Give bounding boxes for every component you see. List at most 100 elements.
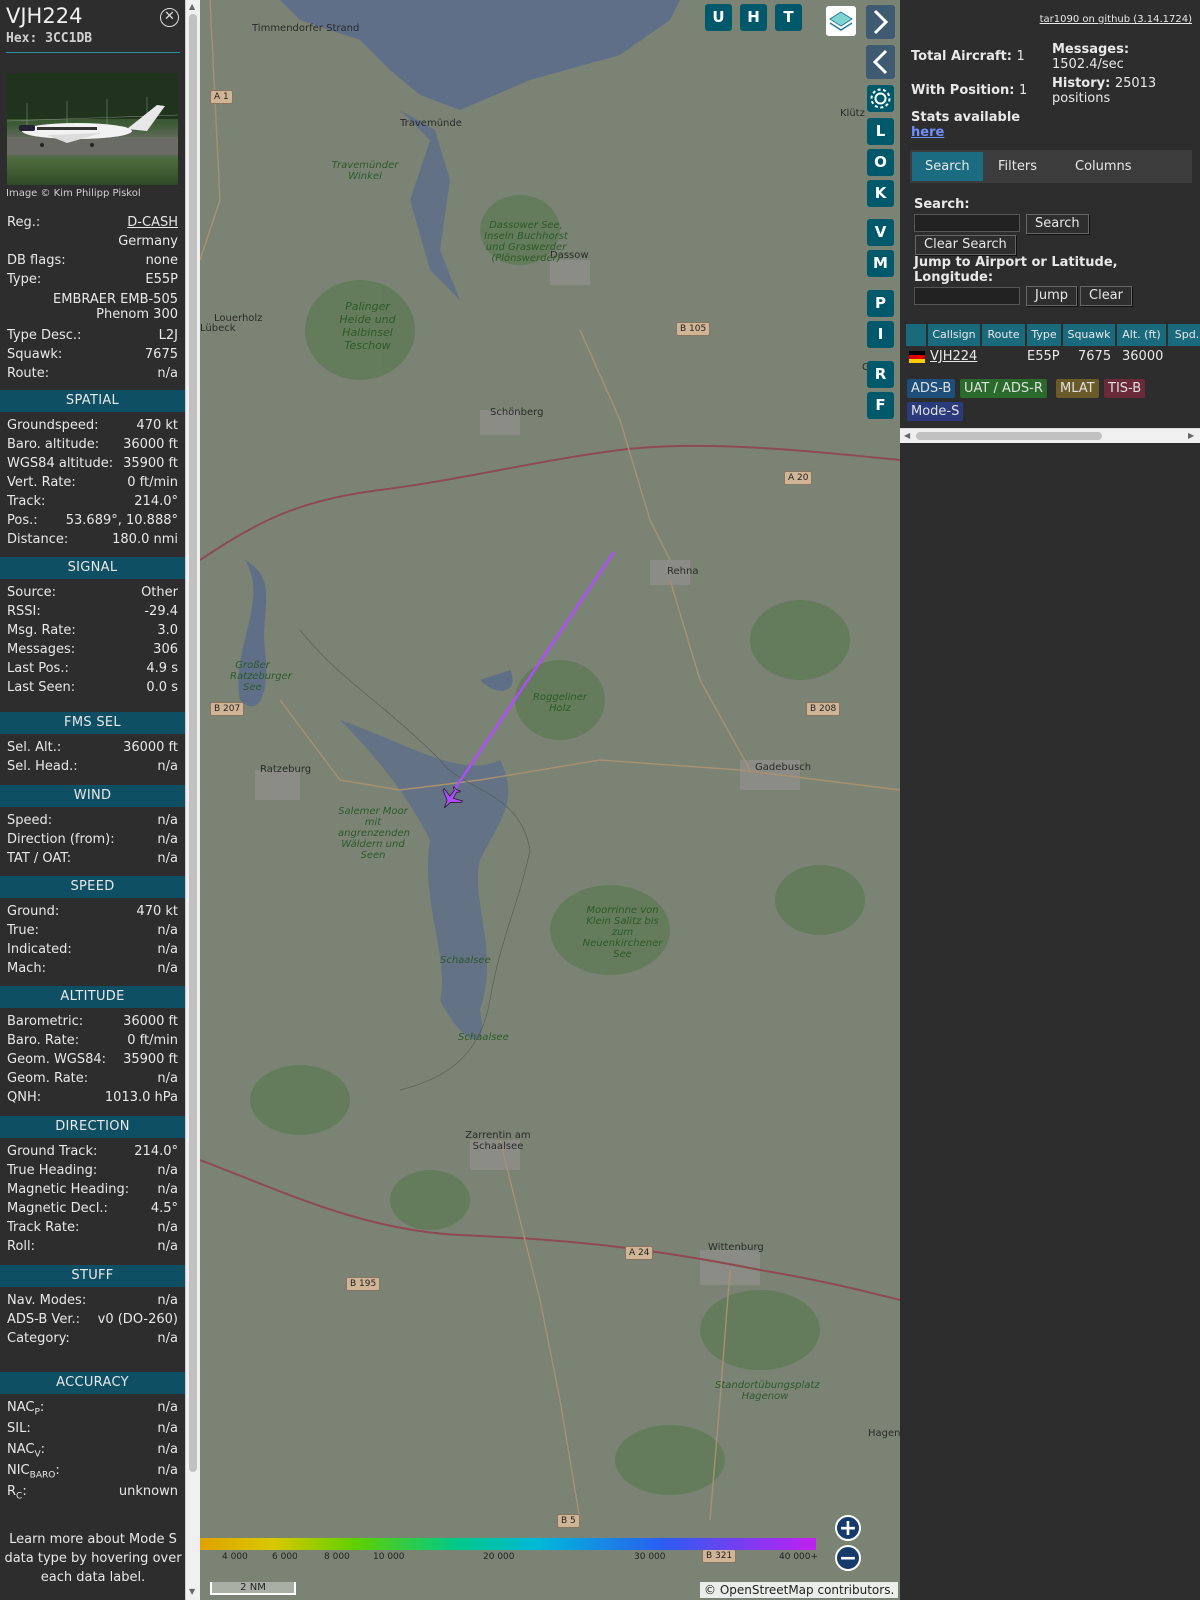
detail-row-spatial: Vert. Rate: 0 ft/min [0, 473, 185, 492]
section-header-wind[interactable]: WIND [0, 785, 185, 807]
side-button-o[interactable]: O [867, 149, 894, 176]
side-button-l[interactable]: L [867, 118, 894, 145]
side-button-f[interactable]: F [867, 392, 894, 419]
toolbar-button-t[interactable]: T [775, 4, 802, 31]
side-button-v[interactable]: V [867, 219, 894, 246]
detail-label[interactable]: Messages: [7, 640, 75, 659]
clear-jump-button[interactable]: Clear [1080, 286, 1132, 306]
detail-label[interactable]: Source: [7, 583, 56, 602]
toolbar-button-h[interactable]: H [740, 4, 767, 31]
row-callsign-link[interactable]: VJH224 [930, 347, 977, 367]
section-header-spatial[interactable]: SPATIAL [0, 390, 185, 412]
detail-label[interactable]: RSSI: [7, 602, 41, 621]
detail-label[interactable]: Track: [7, 492, 45, 511]
detail-label[interactable]: Last Pos.: [7, 659, 69, 678]
stats-here-link[interactable]: here [911, 125, 1020, 140]
side-button-m[interactable]: M [867, 250, 894, 277]
side-button-k[interactable]: K [867, 180, 894, 207]
scrollbar-thumb[interactable] [189, 14, 197, 1472]
map-view[interactable]: Timmendorfer Strand Travemünde Dassow Sc… [200, 0, 900, 1600]
detail-label[interactable]: Geom. Rate: [7, 1069, 88, 1088]
table-header-route[interactable]: Route [982, 324, 1027, 346]
detail-label[interactable]: Magnetic Decl.: [7, 1199, 108, 1218]
side-button-i[interactable]: I [867, 321, 894, 348]
detail-label[interactable]: WGS84 altitude: [7, 454, 113, 473]
detail-label[interactable]: Groundspeed: [7, 416, 98, 435]
section-header-speed[interactable]: SPEED [0, 876, 185, 898]
detail-label[interactable]: Last Seen: [7, 678, 75, 697]
section-header-stuff[interactable]: STUFF [0, 1265, 185, 1287]
table-horizontal-scrollbar[interactable]: ◀ ▶ [900, 428, 1200, 443]
side-button-p[interactable]: P [867, 290, 894, 317]
table-header-altitude[interactable]: Alt. (ft) [1117, 324, 1168, 346]
detail-label[interactable]: ADS-B Ver.: [7, 1310, 80, 1329]
layers-icon[interactable] [826, 6, 856, 36]
table-header-squawk[interactable]: Squawk [1063, 324, 1117, 346]
detail-label[interactable]: QNH: [7, 1088, 41, 1107]
section-header-signal[interactable]: SIGNAL [0, 557, 185, 579]
detail-label[interactable]: Barometric: [7, 1012, 83, 1031]
scroll-right-icon[interactable]: ▶ [1188, 431, 1194, 440]
detail-label[interactable]: Track Rate: [7, 1218, 79, 1237]
map-attribution[interactable]: © OpenStreetMap contributors. [700, 1582, 899, 1598]
close-icon[interactable]: ✕ [160, 8, 179, 27]
detail-label[interactable]: Sel. Alt.: [7, 738, 61, 757]
detail-label[interactable]: Speed: [7, 811, 52, 830]
clear-search-button[interactable]: Clear Search [915, 235, 1016, 255]
table-header-callsign[interactable]: Callsign [928, 324, 982, 346]
version-link[interactable]: tar1090 on github (3.14.1724) [1040, 14, 1192, 25]
detail-label[interactable]: SIL: [7, 1419, 31, 1438]
detail-label[interactable]: Roll: [7, 1237, 35, 1256]
detail-row-stuff: Category: n/a [0, 1329, 185, 1348]
chevron-left-icon[interactable] [866, 45, 895, 79]
altitude-tick: 4 000 [222, 1552, 248, 1562]
jump-button[interactable]: Jump [1026, 286, 1077, 306]
detail-label[interactable]: Ground Track: [7, 1142, 97, 1161]
tab-filters[interactable]: Filters [985, 152, 1050, 181]
detail-label[interactable]: Ground: [7, 902, 59, 921]
detail-label[interactable]: True Heading: [7, 1161, 97, 1180]
scroll-left-icon[interactable]: ◀ [904, 431, 910, 440]
detail-label[interactable]: Direction (from): [7, 830, 115, 849]
aircraft-photo[interactable] [7, 73, 178, 185]
reg-link[interactable]: D-CASH [127, 213, 178, 232]
detail-label[interactable]: Magnetic Heading: [7, 1180, 129, 1199]
zoom-out-button[interactable]: − [835, 1545, 861, 1571]
detail-label[interactable]: Indicated: [7, 940, 72, 959]
detail-label[interactable]: Baro. altitude: [7, 435, 99, 454]
scrollbar-thumb[interactable] [916, 432, 1102, 440]
search-input[interactable] [914, 214, 1020, 232]
detail-label[interactable]: True: [7, 921, 39, 940]
detail-label[interactable]: Category: [7, 1329, 70, 1348]
toolbar-button-u[interactable]: U [705, 4, 732, 31]
detail-label[interactable]: Baro. Rate: [7, 1031, 79, 1050]
scroll-up-icon[interactable]: ▲ [189, 2, 195, 12]
zoom-in-button[interactable]: + [835, 1515, 861, 1541]
table-header-type[interactable]: Type [1027, 324, 1063, 346]
section-header-fms[interactable]: FMS SEL [0, 712, 185, 734]
detail-label[interactable]: Distance: [7, 530, 68, 549]
detail-label[interactable]: Nav. Modes: [7, 1291, 86, 1310]
tab-search[interactable]: Search [912, 152, 983, 181]
search-button[interactable]: Search [1026, 214, 1089, 234]
section-header-accuracy[interactable]: ACCURACY [0, 1372, 185, 1394]
jump-input[interactable] [914, 287, 1020, 305]
badge-adsb: ADS-B [907, 379, 956, 398]
info-panel-scrollbar[interactable]: ▲ ▼ [185, 0, 200, 1600]
detail-label[interactable]: Geom. WGS84: [7, 1050, 106, 1069]
side-button-r[interactable]: R [867, 361, 894, 388]
detail-label[interactable]: Sel. Head.: [7, 757, 78, 776]
tab-columns[interactable]: Columns [1062, 152, 1145, 181]
section-header-altitude[interactable]: ALTITUDE [0, 986, 185, 1008]
detail-label[interactable]: TAT / OAT: [7, 849, 71, 868]
detail-label[interactable]: Vert. Rate: [7, 473, 76, 492]
detail-label[interactable]: RC: [7, 1482, 27, 1507]
scroll-down-icon[interactable]: ▼ [189, 1587, 195, 1597]
table-header-speed[interactable]: Spd. [1168, 324, 1200, 346]
detail-label[interactable]: Pos.: [7, 511, 38, 530]
detail-label[interactable]: Msg. Rate: [7, 621, 76, 640]
section-header-direction[interactable]: DIRECTION [0, 1116, 185, 1138]
detail-label[interactable]: Mach: [7, 959, 46, 978]
chevron-right-icon[interactable] [866, 5, 895, 39]
gear-icon[interactable] [867, 85, 894, 112]
